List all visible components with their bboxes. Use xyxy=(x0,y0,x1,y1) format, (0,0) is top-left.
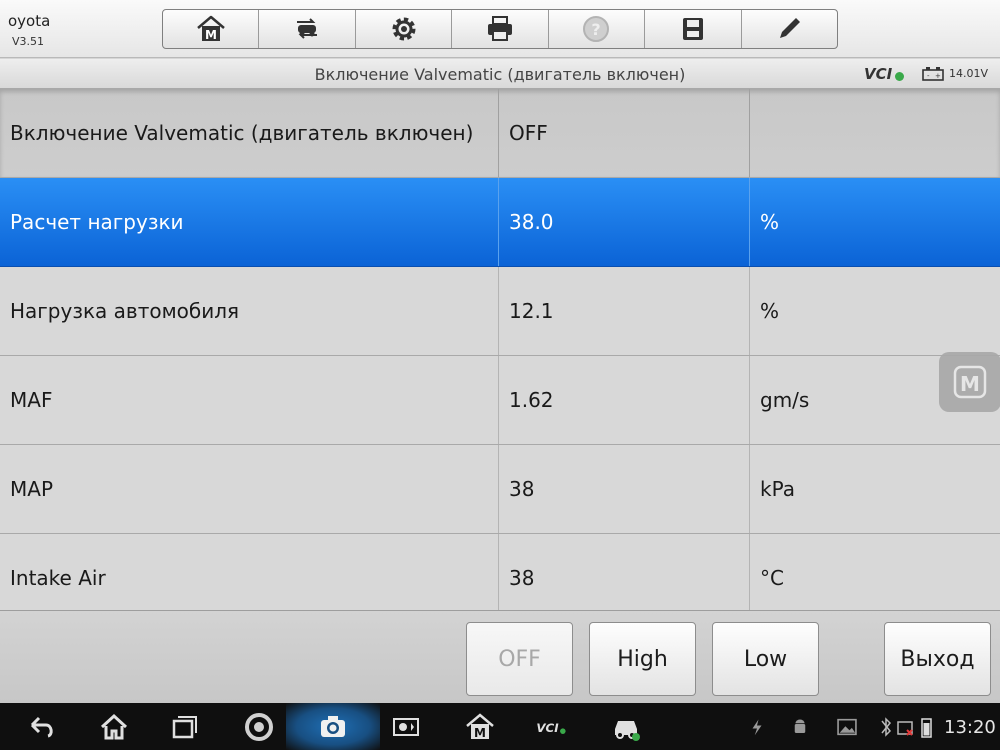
edit-button[interactable] xyxy=(742,10,837,48)
home-button[interactable]: M xyxy=(163,10,260,48)
maxisys-m-icon: M xyxy=(953,365,987,399)
param-value: OFF xyxy=(499,89,750,177)
action-bar: OFF High Low Выход xyxy=(0,610,1000,703)
table-row[interactable]: MAF 1.62 gm/s xyxy=(0,356,1000,445)
status-indicators xyxy=(876,703,942,750)
android-icon xyxy=(794,719,806,733)
param-name: Включение Valvematic (двигатель включен) xyxy=(0,89,499,177)
svg-text:M: M xyxy=(474,726,486,740)
param-name: Расчет нагрузки xyxy=(0,178,499,266)
vci-connected-icon xyxy=(895,72,904,81)
recent-apps-icon xyxy=(172,715,197,738)
param-value: 38 xyxy=(499,534,750,610)
battery-icon: - + xyxy=(922,67,944,81)
maxisys-home-button[interactable]: M xyxy=(460,703,500,750)
param-unit: % xyxy=(760,210,780,234)
page-title: Включение Valvematic (двигатель включен) xyxy=(314,65,686,84)
param-value: 1.62 xyxy=(499,356,750,444)
svg-text:-: - xyxy=(927,72,930,80)
chrome-button[interactable] xyxy=(239,703,279,750)
param-value: 38 xyxy=(499,445,750,533)
print-button[interactable] xyxy=(452,10,549,48)
svg-text:+: + xyxy=(935,72,941,80)
live-data-table[interactable]: Включение Valvematic (двигатель включен)… xyxy=(0,89,1000,610)
usb-icon xyxy=(752,719,762,735)
chrome-icon xyxy=(245,712,273,741)
param-unit: °C xyxy=(760,566,784,590)
recent-apps-button[interactable] xyxy=(164,703,204,750)
title-bar: Включение Valvematic (двигатель включен)… xyxy=(0,59,1000,89)
svg-text:?: ? xyxy=(592,20,601,39)
settings-button[interactable] xyxy=(356,10,453,48)
system-nav-bar: M VCI 13:20 xyxy=(0,703,1000,750)
vci-status: VCI xyxy=(864,65,893,83)
help-button[interactable]: ? xyxy=(549,10,646,48)
exit-button[interactable]: Выход xyxy=(884,622,991,696)
table-row-selected[interactable]: Расчет нагрузки 38.0 % xyxy=(0,178,1000,267)
pen-edit-icon xyxy=(780,18,801,38)
home-icon xyxy=(100,713,128,739)
save-disk-icon xyxy=(682,18,703,40)
vehicle-swap-button[interactable] xyxy=(259,10,356,48)
param-unit xyxy=(750,89,1000,177)
vci-icon: VCI xyxy=(536,720,566,734)
status-clock: 13:20 xyxy=(944,717,996,738)
camera-icon xyxy=(321,715,345,737)
back-icon xyxy=(30,716,53,737)
gallery-indicator xyxy=(834,703,860,750)
table-row[interactable]: Нагрузка автомобиля 12.1 % xyxy=(0,267,1000,356)
save-button[interactable] xyxy=(645,10,742,48)
param-name: Intake Air xyxy=(0,534,499,610)
home-m-icon: M xyxy=(196,15,225,42)
android-debug-indicator xyxy=(788,703,812,750)
vehicle-check-button[interactable] xyxy=(606,703,646,750)
param-value: 38.0 xyxy=(499,178,750,266)
app-version: V3.51 xyxy=(12,35,45,48)
app-name: oyota xyxy=(8,12,51,30)
floating-menu-button[interactable]: M xyxy=(939,352,1000,412)
table-row[interactable]: Включение Valvematic (двигатель включен)… xyxy=(0,89,1000,178)
param-name: Нагрузка автомобиля xyxy=(0,267,499,355)
svg-text:VCI: VCI xyxy=(536,720,559,734)
main-toolbar: M ? xyxy=(162,9,838,49)
usb-debug-indicator xyxy=(745,703,769,750)
maxisys-icon: M xyxy=(466,712,494,740)
brightness-icon xyxy=(393,717,419,736)
camera-button[interactable] xyxy=(286,703,380,750)
home-nav-button[interactable] xyxy=(94,703,134,750)
image-icon xyxy=(837,718,857,735)
low-button[interactable]: Low xyxy=(712,622,819,696)
param-name: MAP xyxy=(0,445,499,533)
high-button[interactable]: High xyxy=(589,622,696,696)
param-value: 12.1 xyxy=(499,267,750,355)
car-check-icon xyxy=(615,720,640,741)
param-unit: kPa xyxy=(760,477,795,501)
settings-gear-icon xyxy=(392,17,416,41)
help-icon: ? xyxy=(583,16,610,42)
printer-icon xyxy=(487,16,512,41)
battery-voltage: 14.01V xyxy=(949,67,989,80)
svg-text:M: M xyxy=(960,372,980,396)
off-button[interactable]: OFF xyxy=(466,622,573,696)
brightness-button[interactable] xyxy=(386,703,426,750)
top-bar: oyota V3.51 M ? xyxy=(0,0,1000,58)
svg-text:M: M xyxy=(205,28,217,42)
bluetooth-wifi-battery-icon xyxy=(881,716,932,738)
back-button[interactable] xyxy=(22,703,62,750)
table-row[interactable]: MAP 38 kPa xyxy=(0,445,1000,534)
table-row[interactable]: Intake Air 38 °C xyxy=(0,534,1000,610)
car-swap-icon xyxy=(297,18,318,39)
vci-manager-button[interactable]: VCI xyxy=(528,703,574,750)
param-name: MAF xyxy=(0,356,499,444)
param-unit: % xyxy=(760,299,780,323)
